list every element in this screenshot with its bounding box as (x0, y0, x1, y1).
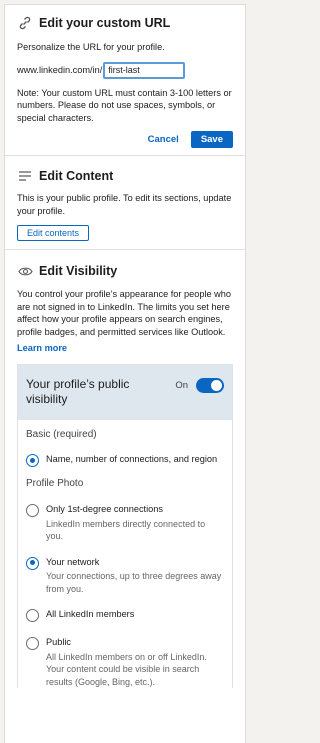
public-visibility-card: Your profile’s public visibility On Basi… (17, 364, 233, 688)
option-description: LinkedIn members directly connected to y… (46, 518, 206, 542)
custom-url-title: Edit your custom URL (39, 16, 171, 30)
basic-radio[interactable] (26, 454, 39, 467)
settings-panel: Edit your custom URL Personalize the URL… (4, 4, 246, 743)
public-visibility-toggle[interactable] (196, 378, 224, 393)
eye-icon (17, 263, 33, 279)
photo-radio-public[interactable] (26, 637, 39, 650)
option-description: Your connections, up to three degrees aw… (46, 571, 222, 594)
photo-radio-all-members[interactable] (26, 609, 39, 622)
profile-photo-label: Profile Photo (26, 478, 84, 489)
edit-visibility-description: You control your profile’s appearance fo… (17, 289, 232, 337)
basic-option-label: Name, number of connections, and region (46, 454, 218, 464)
photo-radio-network[interactable] (26, 556, 39, 570)
public-visibility-title: Your profile’s public visibility (26, 377, 130, 406)
save-button[interactable]: Save (190, 131, 233, 148)
link-icon (17, 15, 33, 31)
basic-option[interactable]: Name, number of connections, and region (26, 453, 224, 467)
photo-option-all-members[interactable]: All LinkedIn members (26, 608, 224, 622)
edit-visibility-section: Edit Visibility You control your profile… (5, 250, 245, 688)
basic-required-label: Basic (required) (26, 429, 97, 440)
custom-url-note: Note: Your custom URL must contain 3-100… (17, 87, 232, 123)
edit-visibility-title: Edit Visibility (39, 264, 118, 278)
custom-url-input[interactable] (103, 61, 186, 79)
option-description: All LinkedIn members on or off LinkedIn.… (46, 651, 207, 687)
url-prefix: www.linkedin.com/in/ (17, 65, 103, 75)
custom-url-description: Personalize the URL for your profile. (17, 42, 165, 52)
photo-radio-1st-degree[interactable] (26, 504, 39, 517)
photo-option-1st-degree[interactable]: Only 1st-degree connections LinkedIn mem… (26, 503, 224, 543)
public-visibility-header: Your profile’s public visibility On (18, 365, 232, 420)
option-label: Public (46, 637, 72, 647)
edit-content-title: Edit Content (39, 169, 114, 183)
edit-content-section: Edit Content This is your public profile… (5, 156, 245, 250)
option-label: Only 1st-degree connections (46, 504, 163, 514)
photo-option-network[interactable]: Your network Your connections, up to thr… (26, 556, 224, 596)
option-label: All LinkedIn members (46, 609, 135, 619)
photo-option-public[interactable]: Public All LinkedIn members on or off Li… (26, 636, 224, 688)
lines-icon (17, 168, 33, 184)
custom-url-section: Edit your custom URL Personalize the URL… (5, 5, 245, 156)
edit-contents-button[interactable]: Edit contents (17, 225, 90, 241)
toggle-label: On (175, 380, 188, 391)
option-label: Your network (46, 556, 100, 567)
learn-more-link[interactable]: Learn more (17, 343, 67, 353)
cancel-button[interactable]: Cancel (148, 134, 179, 145)
edit-content-description: This is your public profile. To edit its… (17, 193, 232, 216)
